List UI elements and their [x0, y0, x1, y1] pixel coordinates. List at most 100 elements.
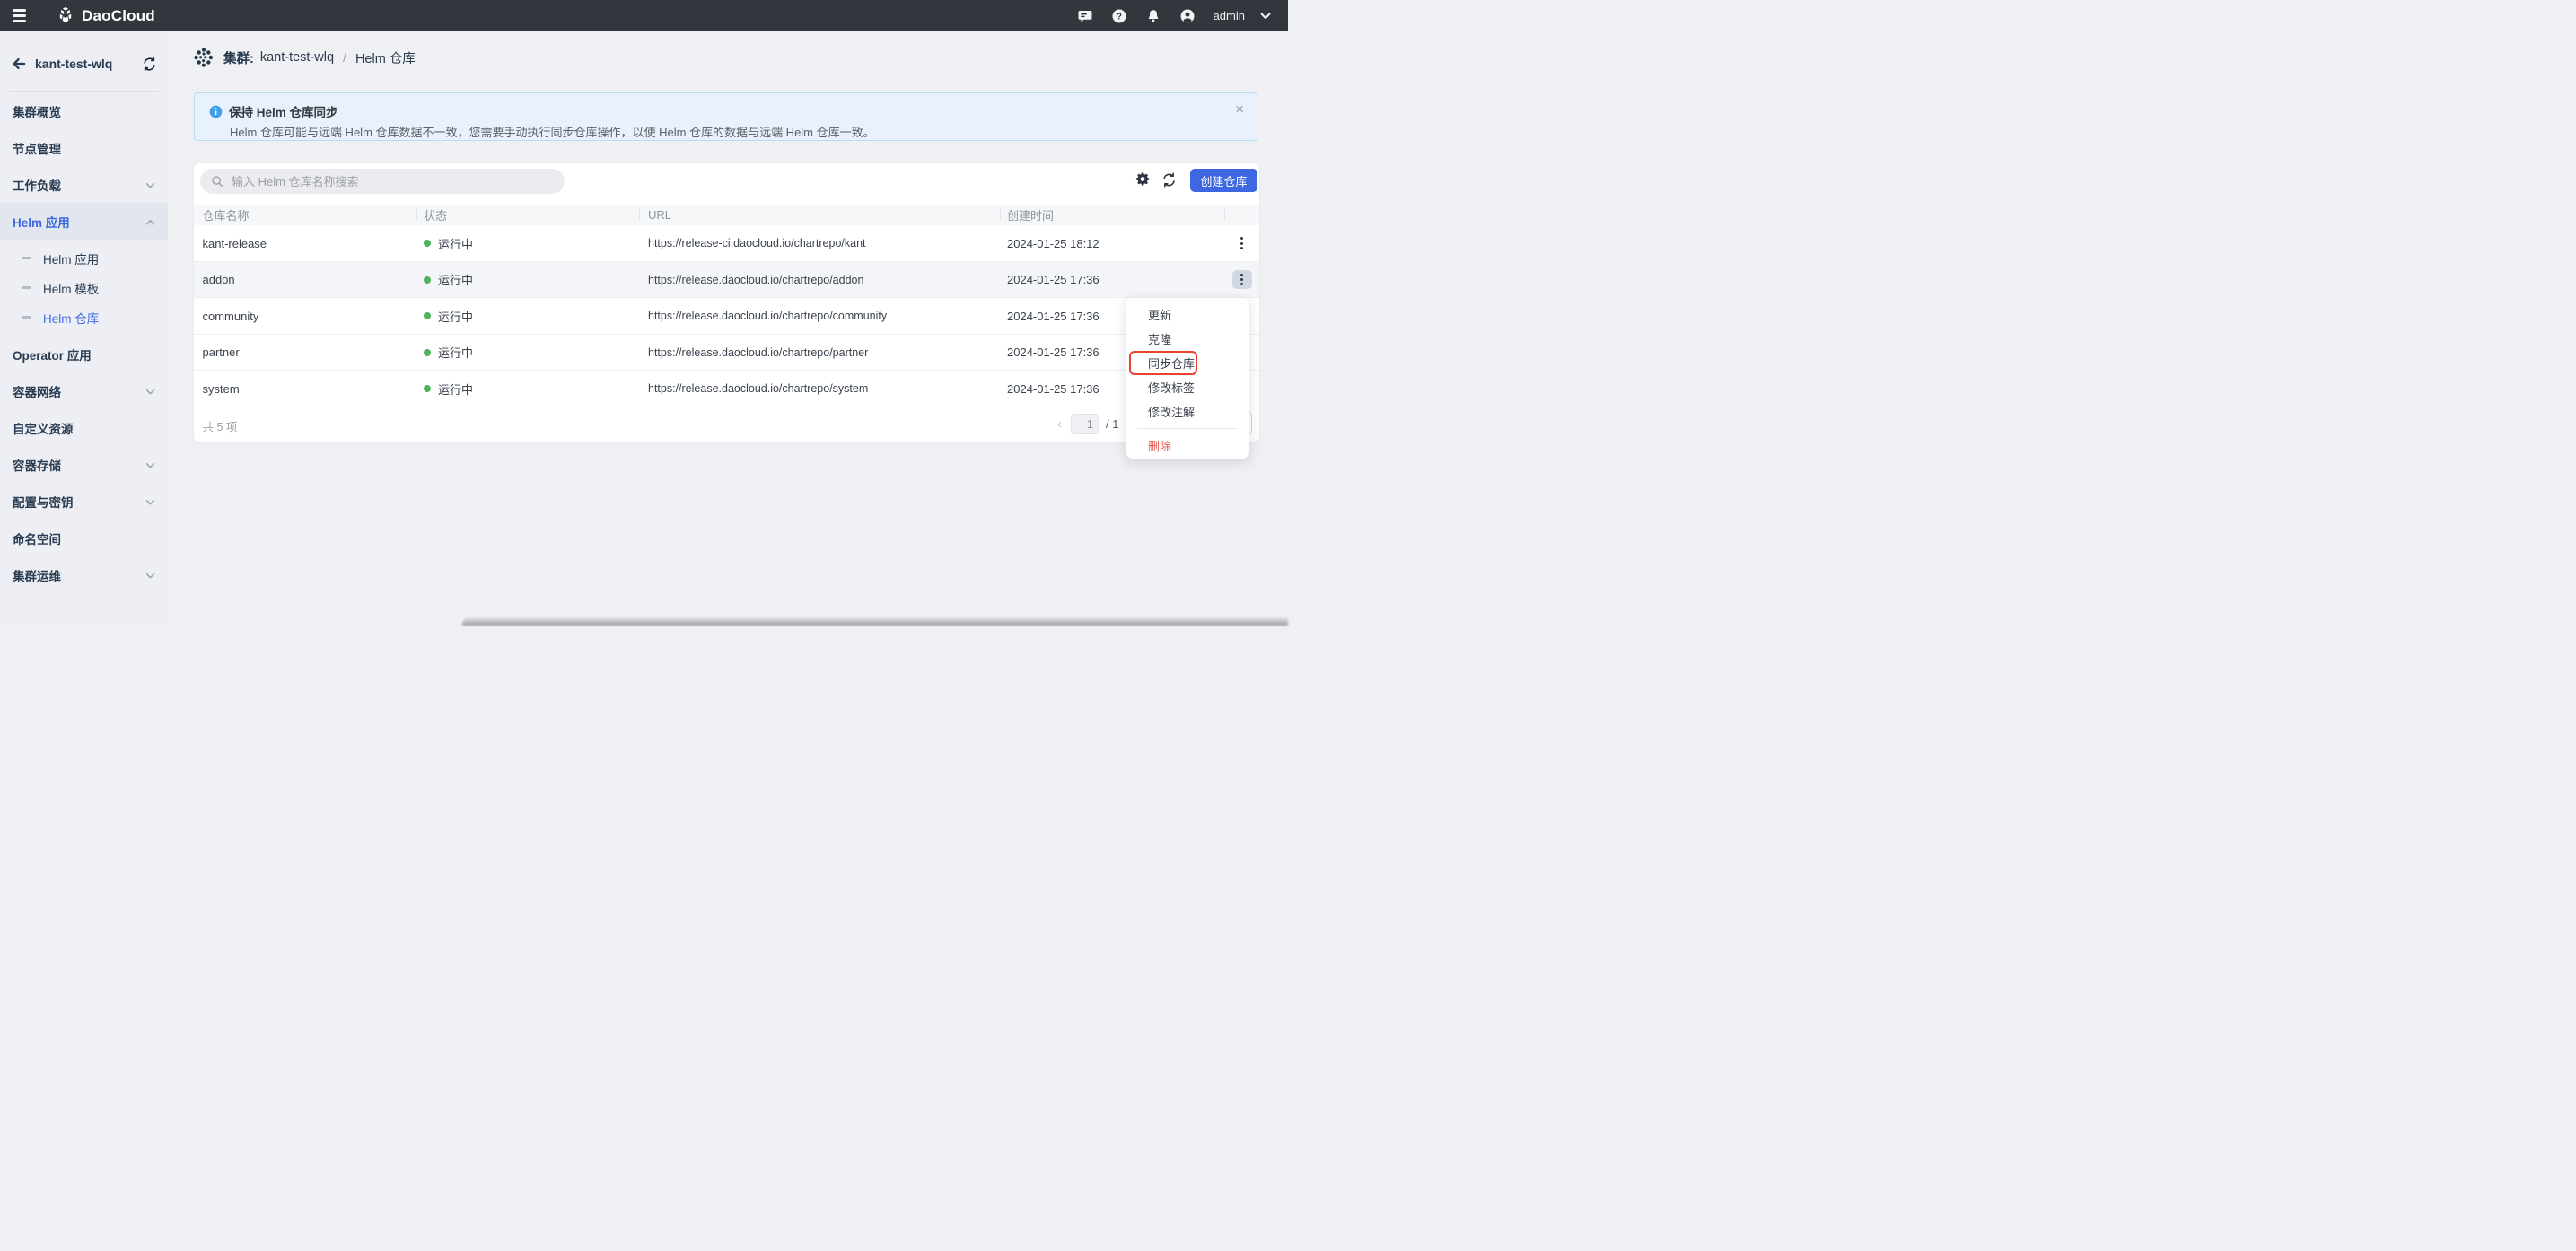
refresh-icon[interactable]: [1161, 172, 1177, 188]
table-footer: 共 5 项 ‹ 1 / 1 ›: [194, 407, 1259, 442]
sidebar-divider: [9, 91, 159, 92]
chevron-down-icon: [145, 178, 155, 191]
table-row[interactable]: partner 运行中 https://release.daocloud.io/…: [194, 335, 1259, 372]
search-input[interactable]: [230, 174, 539, 189]
menu-item-edit-labels[interactable]: 修改标签: [1126, 375, 1249, 399]
sidebar-item-namespaces[interactable]: 命名空间: [0, 520, 168, 556]
topbar: DaoCloud ? admin: [0, 0, 1288, 31]
daocloud-logo: DaoCloud: [56, 6, 155, 26]
chevron-down-icon: [145, 494, 155, 508]
page-number-input[interactable]: 1: [1071, 414, 1099, 434]
status-dot: [424, 349, 431, 356]
svg-text:?: ?: [1117, 12, 1122, 22]
search-icon: [211, 175, 223, 188]
sidebar-item-helm-apps[interactable]: Helm 应用: [0, 203, 168, 240]
bottom-shadow: [462, 617, 1288, 626]
col-header-name: 仓库名称: [203, 205, 250, 225]
col-header-url: URL: [648, 205, 671, 225]
pagination-prev-icon[interactable]: ‹: [1057, 416, 1062, 432]
row-actions-menu: 更新 克隆 同步仓库 修改标签 修改注解 删除: [1126, 298, 1249, 459]
column-divider: [1000, 209, 1001, 221]
sidebar-nav: 集群概览 节点管理 工作负载 Helm 应用 Helm 应用 Helm 模板 H…: [0, 92, 168, 593]
menu-item-sync-repo[interactable]: 同步仓库: [1126, 351, 1249, 375]
daocloud-logo-icon: [56, 6, 75, 26]
repo-created: 2024-01-25 17:36: [1007, 262, 1100, 298]
repo-url: https://release-ci.daocloud.io/chartrepo…: [648, 225, 866, 261]
repo-created: 2024-01-25 17:36: [1007, 335, 1100, 371]
close-icon[interactable]: ×: [1235, 101, 1244, 117]
hamburger-menu-icon[interactable]: [13, 7, 31, 25]
table-row[interactable]: community 运行中 https://release.daocloud.i…: [194, 298, 1259, 335]
column-divider: [416, 209, 417, 221]
repo-status: 运行中: [424, 225, 473, 261]
sidebar-subitem-helm-repos[interactable]: Helm 仓库: [0, 302, 168, 332]
menu-item-clone[interactable]: 克隆: [1126, 327, 1249, 351]
user-name[interactable]: admin: [1214, 9, 1245, 22]
switch-cluster-icon[interactable]: [142, 57, 157, 72]
repo-name: kant-release: [203, 225, 267, 261]
chevron-down-icon: [145, 568, 155, 582]
repo-created: 2024-01-25 18:12: [1007, 225, 1100, 261]
col-header-status: 状态: [424, 205, 447, 225]
table-row[interactable]: kant-release 运行中 https://release-ci.daoc…: [194, 225, 1259, 262]
sidebar-subitem-helm-templates[interactable]: Helm 模板: [0, 273, 168, 302]
brand-name: DaoCloud: [82, 7, 155, 25]
row-actions-button-active[interactable]: [1232, 270, 1252, 289]
chevron-down-icon: [145, 458, 155, 471]
repo-name: system: [203, 371, 240, 407]
menu-item-delete[interactable]: 删除: [1126, 433, 1249, 458]
search-box: [200, 169, 565, 194]
repo-status: 运行中: [424, 298, 473, 334]
user-avatar[interactable]: [1179, 8, 1196, 24]
page-total: / 1: [1106, 417, 1118, 431]
status-dot: [424, 276, 431, 284]
status-dot: [424, 385, 431, 392]
dash-icon: [22, 257, 31, 259]
sidebar-item-container-network[interactable]: 容器网络: [0, 372, 168, 409]
repo-created: 2024-01-25 17:36: [1007, 371, 1100, 407]
repo-status: 运行中: [424, 335, 473, 371]
column-divider: [1224, 209, 1225, 221]
sidebar-item-custom-resources[interactable]: 自定义资源: [0, 409, 168, 446]
sidebar-item-config-secrets[interactable]: 配置与密钥: [0, 483, 168, 520]
repo-url: https://release.daocloud.io/chartrepo/co…: [648, 298, 887, 334]
sidebar-item-container-storage[interactable]: 容器存储: [0, 446, 168, 483]
chat-icon[interactable]: [1077, 8, 1093, 24]
repo-name: community: [203, 298, 259, 334]
status-dot: [424, 240, 431, 247]
sidebar-item-cluster-ops[interactable]: 集群运维: [0, 556, 168, 593]
create-repo-button[interactable]: 创建仓库: [1190, 169, 1257, 192]
gear-icon[interactable]: [1135, 171, 1151, 187]
sidebar-item-cluster-overview[interactable]: 集群概览: [0, 92, 168, 129]
sidebar-item-workloads[interactable]: 工作负载: [0, 166, 168, 203]
chevron-down-icon[interactable]: [1257, 8, 1274, 24]
info-icon: [209, 105, 223, 118]
bell-icon[interactable]: [1145, 8, 1161, 24]
cluster-name: kant-test-wlq: [35, 57, 112, 71]
table-row[interactable]: system 运行中 https://release.daocloud.io/c…: [194, 371, 1259, 407]
alert-body: Helm 仓库可能与远端 Helm 仓库数据不一致，您需要手动执行同步仓库操作，…: [230, 123, 875, 140]
menu-item-update[interactable]: 更新: [1126, 302, 1249, 327]
repo-created: 2024-01-25 17:36: [1007, 298, 1100, 334]
dash-icon: [22, 316, 31, 319]
repo-name: partner: [203, 335, 240, 371]
repo-name: addon: [203, 262, 235, 298]
table-row[interactable]: addon 运行中 https://release.daocloud.io/ch…: [194, 262, 1259, 299]
menu-item-edit-annotations[interactable]: 修改注解: [1126, 399, 1249, 424]
back-arrow-icon[interactable]: [11, 56, 27, 72]
chevron-down-icon: [145, 384, 155, 398]
alert-title: 保持 Helm 仓库同步: [229, 102, 338, 120]
sidebar-header: kant-test-wlq: [0, 51, 168, 76]
cluster-icon: [194, 48, 214, 67]
breadcrumb-separator: /: [343, 50, 346, 65]
table-body: kant-release 运行中 https://release-ci.daoc…: [194, 225, 1259, 407]
breadcrumb-cluster[interactable]: kant-test-wlq: [260, 50, 334, 65]
status-dot: [424, 312, 431, 319]
breadcrumb-current: Helm 仓库: [355, 48, 416, 67]
sidebar-item-node-management[interactable]: 节点管理: [0, 129, 168, 166]
help-icon[interactable]: ?: [1111, 8, 1127, 24]
row-actions-button[interactable]: [1232, 234, 1252, 253]
sidebar-subitem-helm-apps[interactable]: Helm 应用: [0, 243, 168, 273]
column-divider: [639, 209, 640, 221]
sidebar-item-operator-apps[interactable]: Operator 应用: [0, 336, 168, 372]
